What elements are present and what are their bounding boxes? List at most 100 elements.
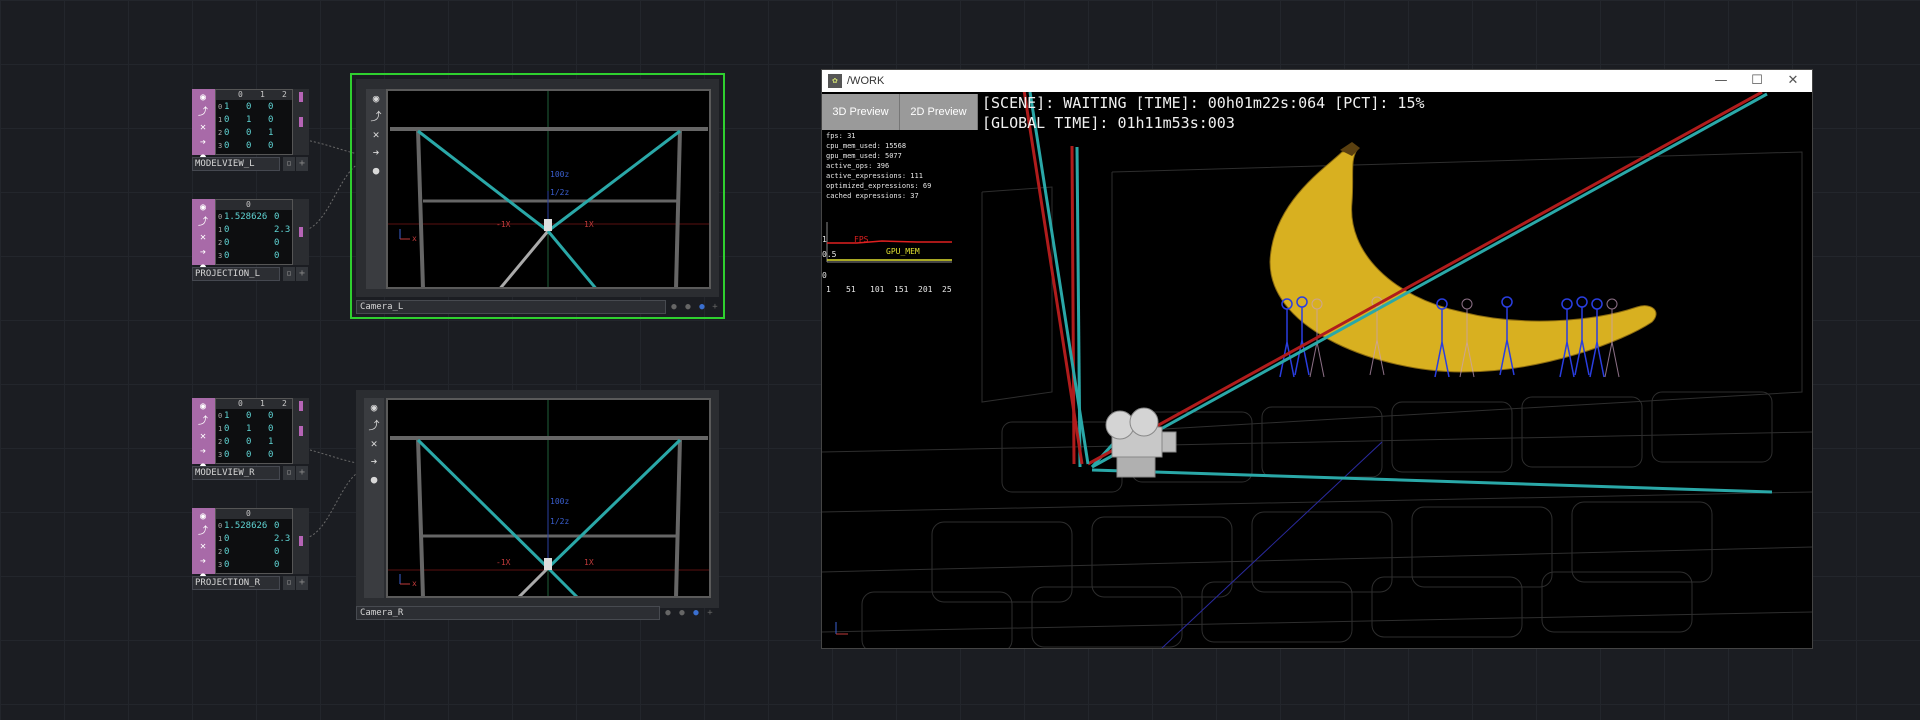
svg-text:1/2z: 1/2z (550, 517, 569, 526)
render-icon[interactable]: ● (366, 472, 382, 488)
bypass-icon[interactable]: ⤴ (196, 106, 210, 119)
camera-viewport-drawing: 100z 1/2z -1X 1X x (388, 91, 709, 287)
matrix-row: 0100 (218, 411, 274, 421)
node-name-label[interactable]: PROJECTION_R (192, 576, 280, 590)
matrix-row: 2001 (218, 128, 274, 138)
camera-model (1105, 407, 1177, 478)
node-viewer-toggle[interactable]: ▫ (283, 157, 295, 171)
lock-icon[interactable]: ✕ (196, 430, 210, 443)
work-window[interactable]: ✿ /WORK — ☐ ✕ 1 0.5 0 FPS GPU_MEM 1 51 1… (821, 69, 1813, 649)
lock-icon[interactable]: ✕ (196, 540, 210, 553)
modelview-r-node[interactable]: ◉ ⤴ ✕ ➔ ● 012 0100 1010 2001 3000 MODELV… (192, 398, 309, 480)
node-name-label[interactable]: Camera_L (356, 300, 666, 314)
matrix-row: 1010 (218, 115, 274, 125)
camera-frustum-lines (1070, 92, 1773, 494)
display-icon[interactable]: ➔ (366, 454, 382, 470)
node-side-toolbar: ◉ ⤴ ✕ ➔ ● (366, 89, 386, 289)
viewer-icon[interactable]: ◉ (196, 510, 210, 523)
display-icon[interactable]: ➔ (196, 555, 210, 568)
svg-text:201: 201 (918, 285, 933, 294)
node-add-icon[interactable]: + (704, 607, 716, 619)
viewer-toggle-icon[interactable]: ● (676, 607, 688, 619)
scene-status-text: [SCENE]: WAITING [TIME]: 00h01m22s:064 [… (982, 94, 1425, 112)
lock-icon[interactable]: ✕ (196, 231, 210, 244)
node-add-icon[interactable]: + (296, 466, 308, 480)
lock-icon[interactable]: ✕ (196, 121, 210, 134)
node-add-icon[interactable]: + (296, 267, 308, 281)
close-icon[interactable]: ✕ (1778, 70, 1808, 92)
svg-text:-1X: -1X (496, 558, 511, 567)
window-titlebar[interactable]: ✿ /WORK — ☐ ✕ (822, 70, 1812, 92)
node-name-label[interactable]: MODELVIEW_L (192, 157, 280, 171)
3d-scene-view[interactable]: 1 0.5 0 FPS GPU_MEM 1 51 101 151 201 25 (822, 92, 1812, 648)
viewer-icon[interactable]: ◉ (368, 91, 384, 107)
maximize-icon[interactable]: ☐ (1742, 70, 1772, 92)
bypass-icon[interactable]: ⤴ (196, 216, 210, 229)
window-title: /WORK (847, 75, 885, 87)
display-icon[interactable]: ➔ (196, 445, 210, 458)
2d-preview-button[interactable]: 2D Preview (900, 94, 978, 130)
node-viewer-toggle[interactable]: ▫ (283, 267, 295, 281)
node-name-label[interactable]: MODELVIEW_R (192, 466, 280, 480)
projection-r-node[interactable]: ◉ ⤴ ✕ ➔ ● 0 01.5286260 102.3 200 300 PRO… (192, 508, 309, 590)
display-flag-icon[interactable]: ● (696, 301, 708, 313)
camera-l-node[interactable]: ◉ ⤴ ✕ ➔ ● 100z 1/2z -1X 1X x Camera_L ● … (350, 73, 725, 319)
display-icon[interactable]: ➔ (196, 246, 210, 259)
perf-stat: active_ops: 396 (826, 162, 890, 170)
cook-icon[interactable]: ● (662, 607, 674, 619)
viewer-toggle-icon[interactable]: ● (682, 301, 694, 313)
global-time-text: [GLOBAL TIME]: 01h11m53s:003 (982, 114, 1235, 132)
lock-icon[interactable]: ✕ (368, 127, 384, 143)
viewer-icon[interactable]: ◉ (196, 400, 210, 413)
cook-icon[interactable]: ● (668, 301, 680, 313)
perf-stat: optimized_expressions: 69 (826, 182, 932, 190)
bypass-icon[interactable]: ⤴ (366, 418, 382, 434)
matrix-row: 300 (218, 560, 280, 570)
node-viewer-toggle[interactable]: ▫ (283, 576, 295, 590)
viewer-icon[interactable]: ◉ (366, 400, 382, 416)
node-add-icon[interactable]: + (296, 157, 308, 171)
camera-viewport[interactable]: 100z 1/2z -1X 1X x (386, 89, 711, 289)
svg-text:GPU_MEM: GPU_MEM (886, 247, 920, 256)
app-icon: ✿ (828, 74, 842, 88)
projection-l-node[interactable]: ◉ ⤴ ✕ ➔ ● 0 01.5286260 102.3 200 300 PRO… (192, 199, 309, 281)
display-icon[interactable]: ➔ (368, 145, 384, 161)
lock-icon[interactable]: ✕ (366, 436, 382, 452)
node-side-toolbar: ◉ ⤴ ✕ ➔ ● (192, 398, 215, 472)
svg-text:151: 151 (894, 285, 909, 294)
bypass-icon[interactable]: ⤴ (196, 525, 210, 538)
bypass-icon[interactable]: ⤴ (368, 109, 384, 125)
svg-text:1X: 1X (584, 220, 594, 229)
node-viewer-toggle[interactable]: ▫ (283, 466, 295, 480)
node-flag-bar (293, 89, 309, 155)
camera-r-node[interactable]: ◉ ⤴ ✕ ➔ ● 100z 1/2z -1X 1X x Camera_R ● … (356, 390, 719, 620)
svg-text:1/2z: 1/2z (550, 188, 569, 197)
svg-text:1: 1 (822, 235, 827, 244)
display-icon[interactable]: ➔ (196, 136, 210, 149)
camera-viewport[interactable]: 100z 1/2z -1X 1X x (386, 398, 711, 598)
node-name-label[interactable]: Camera_R (356, 606, 660, 620)
viewer-icon[interactable]: ◉ (196, 201, 210, 214)
svg-text:x: x (412, 579, 417, 588)
perf-stat: gpu_mem_used: 5077 (826, 152, 902, 160)
matrix-row: 0100 (218, 102, 274, 112)
node-side-toolbar: ◉ ⤴ ✕ ➔ ● (192, 508, 215, 582)
svg-text:0: 0 (822, 271, 827, 280)
svg-text:100z: 100z (550, 497, 569, 506)
3d-preview-button[interactable]: 3D Preview (822, 94, 900, 130)
svg-text:100z: 100z (550, 170, 569, 179)
matrix-row: 3000 (218, 450, 274, 460)
node-add-icon[interactable]: + (296, 576, 308, 590)
modelview-l-node[interactable]: ◉ ⤴ ✕ ➔ ● 012 0100 1010 2001 3000 MODELV… (192, 89, 309, 171)
svg-text:1X: 1X (584, 558, 594, 567)
node-add-icon[interactable]: + (709, 301, 721, 313)
render-icon[interactable]: ● (368, 163, 384, 179)
node-flag-bar (293, 199, 309, 265)
node-name-label[interactable]: PROJECTION_L (192, 267, 280, 281)
minimize-icon[interactable]: — (1706, 70, 1736, 92)
viewer-icon[interactable]: ◉ (196, 91, 210, 104)
display-flag-icon[interactable]: ● (690, 607, 702, 619)
matrix-row: 0 1.528626 0 (218, 521, 280, 531)
bypass-icon[interactable]: ⤴ (196, 415, 210, 428)
svg-text:25: 25 (942, 285, 952, 294)
